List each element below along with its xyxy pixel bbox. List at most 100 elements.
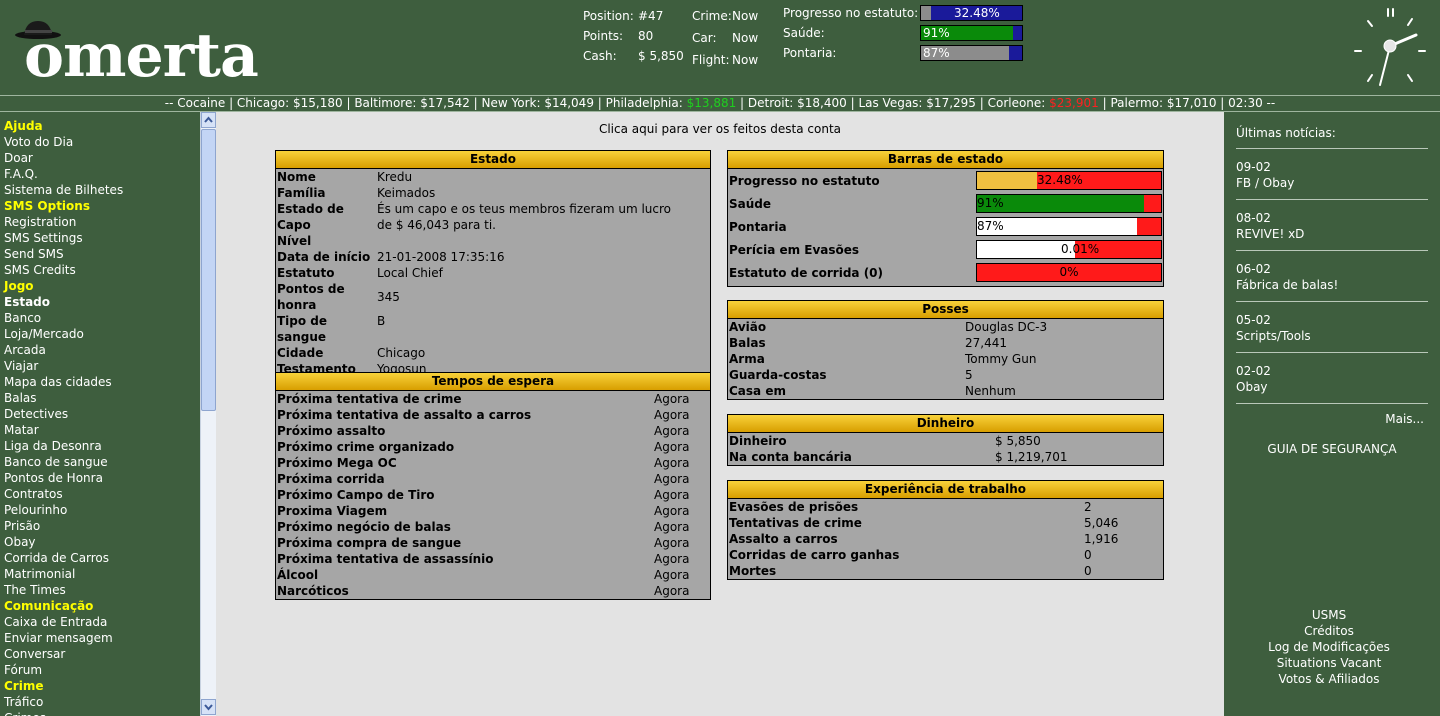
menu-item[interactable]: Voto do Dia bbox=[4, 134, 200, 150]
menu-section-header: Comunicação bbox=[4, 599, 94, 613]
news-more-link[interactable]: Mais... bbox=[1236, 404, 1428, 426]
scroll-up-button[interactable] bbox=[201, 112, 216, 128]
menu-item[interactable]: Loja/Mercado bbox=[4, 326, 200, 342]
posses-row: Avião Douglas DC-3 bbox=[728, 319, 1163, 335]
footer-link[interactable]: Situations Vacant bbox=[1224, 655, 1434, 671]
dinheiro-row: Na conta bancária $ 1,219,701 bbox=[728, 449, 1163, 465]
scroll-thumb[interactable] bbox=[201, 129, 216, 411]
tempos-label: Próxima tentativa de crime bbox=[277, 392, 462, 406]
experiencia-row: Corridas de carro ganhas 0 bbox=[728, 547, 1163, 563]
posses-row: Balas 27,441 bbox=[728, 335, 1163, 351]
tempos-label: Próximo Mega OC bbox=[277, 456, 397, 470]
progress-label: Progresso no estatuto: bbox=[783, 6, 919, 20]
menu-item[interactable]: Corrida de Carros bbox=[4, 550, 200, 566]
news-item[interactable]: 02-02 Obay bbox=[1236, 353, 1428, 403]
estado-value: Chicago bbox=[377, 346, 426, 360]
menu-item[interactable]: Enviar mensagem bbox=[4, 630, 200, 646]
tempos-value: Agora bbox=[654, 456, 690, 470]
estado-row: Data de início 21-01-2008 17:35:16 bbox=[276, 249, 710, 265]
ticker-segment: $17,295 bbox=[926, 96, 976, 110]
menu-item[interactable]: Pelourinho bbox=[4, 502, 200, 518]
estado-value bbox=[377, 233, 710, 249]
tempos-value: Agora bbox=[654, 488, 690, 502]
news-item[interactable]: 09-02 FB / Obay bbox=[1236, 149, 1428, 199]
menu-item[interactable]: Contratos bbox=[4, 486, 200, 502]
menu-item[interactable]: The Times bbox=[4, 582, 200, 598]
menu-item[interactable]: Banco bbox=[4, 310, 200, 326]
tempos-label: Próxima compra de sangue bbox=[277, 536, 462, 550]
experiencia-value: 0 bbox=[1084, 548, 1092, 562]
menu-item[interactable]: Tráfico bbox=[4, 694, 200, 710]
menu-item[interactable]: Prisão bbox=[4, 518, 200, 534]
menu-item[interactable]: Balas bbox=[4, 390, 200, 406]
menu-item[interactable]: Mapa das cidades bbox=[4, 374, 200, 390]
ticker-segment: $14,049 bbox=[544, 96, 594, 110]
menu-item[interactable]: Caixa de Entrada bbox=[4, 614, 200, 630]
posses-label: Guarda-costas bbox=[729, 368, 827, 382]
menu-item[interactable]: F.A.Q. bbox=[4, 166, 200, 182]
menu-item[interactable]: SMS Settings bbox=[4, 230, 200, 246]
account-achievements-link[interactable]: Clica aqui para ver os feitos desta cont… bbox=[216, 122, 1224, 136]
menu-item[interactable]: Doar bbox=[4, 150, 200, 166]
footer-link[interactable]: Log de Modificações bbox=[1224, 639, 1434, 655]
news-item[interactable]: 05-02 Scripts/Tools bbox=[1236, 302, 1428, 352]
posses-row: Casa em Nenhum bbox=[728, 383, 1163, 399]
news-title[interactable]: Fábrica de balas! bbox=[1236, 277, 1428, 293]
tempos-label: Próximo negócio de balas bbox=[277, 520, 451, 534]
estado-label: Data de início bbox=[277, 250, 371, 264]
estado-label: Estado de Capo bbox=[277, 202, 344, 232]
menu-item[interactable]: Estado bbox=[4, 294, 200, 310]
menu-item[interactable]: Pontos de Honra bbox=[4, 470, 200, 486]
health-bar-text: 91% bbox=[923, 26, 950, 40]
omerta-logo[interactable]: omerta bbox=[10, 18, 259, 88]
menu-item[interactable]: Arcada bbox=[4, 342, 200, 358]
news-title[interactable]: Scripts/Tools bbox=[1236, 328, 1428, 344]
dinheiro-label: Na conta bancária bbox=[729, 450, 852, 464]
menu-item[interactable]: Matrimonial bbox=[4, 566, 200, 582]
crime-value: Now bbox=[732, 9, 759, 23]
scroll-down-button[interactable] bbox=[201, 699, 216, 715]
tempos-row: Narcóticos Agora bbox=[276, 583, 710, 599]
news-title[interactable]: REVIVE! xD bbox=[1236, 226, 1428, 242]
sidebar-menu: Ajuda Voto do Dia Doar F.A.Q. Sistema de Bil… bbox=[0, 112, 200, 716]
tempos-row: Próximo Mega OC Agora bbox=[276, 455, 710, 471]
estado-title: Estado bbox=[276, 151, 710, 169]
estado-value: Local Chief bbox=[377, 266, 443, 280]
menu-item[interactable]: Banco de sangue bbox=[4, 454, 200, 470]
footer-link[interactable]: Créditos bbox=[1224, 623, 1434, 639]
menu-item[interactable]: Viajar bbox=[4, 358, 200, 374]
posses-row: Arma Tommy Gun bbox=[728, 351, 1163, 367]
menu-item[interactable]: Obay bbox=[4, 534, 200, 550]
menu-item[interactable]: Sistema de Bilhetes bbox=[4, 182, 200, 198]
news-item[interactable]: 08-02 REVIVE! xD bbox=[1236, 200, 1428, 250]
news-title[interactable]: FB / Obay bbox=[1236, 175, 1428, 191]
menu-item[interactable]: Detectives bbox=[4, 406, 200, 422]
points-label: Points: bbox=[583, 29, 624, 43]
news-item[interactable]: 06-02 Fábrica de balas! bbox=[1236, 251, 1428, 301]
barras-label: Pontaria bbox=[729, 219, 787, 234]
security-guide-link[interactable]: GUIA DE SEGURANÇA bbox=[1236, 426, 1428, 456]
menu-section-header: Jogo bbox=[4, 279, 34, 293]
experiencia-row: Mortes 0 bbox=[728, 563, 1163, 579]
menu-item[interactable]: Liga da Desonra bbox=[4, 438, 200, 454]
menu-item[interactable]: SMS Credits bbox=[4, 262, 200, 278]
menu-item[interactable]: Conversar bbox=[4, 646, 200, 662]
menu-item[interactable]: Matar bbox=[4, 422, 200, 438]
menu-item[interactable]: Send SMS bbox=[4, 246, 200, 262]
footer-link[interactable]: USMS bbox=[1224, 607, 1434, 623]
tempos-row: Próxima tentativa de crime Agora bbox=[276, 391, 710, 407]
menu-item[interactable]: Crimes bbox=[4, 710, 200, 716]
tempos-row: Proxima Viagem Agora bbox=[276, 503, 710, 519]
estado-row: Estado de Capo És um capo e os teus membr… bbox=[276, 201, 710, 233]
ticker-segment: | Palermo: bbox=[1098, 96, 1167, 110]
tempos-value: Agora bbox=[654, 392, 690, 406]
menu-item[interactable]: Fórum bbox=[4, 662, 200, 678]
news-title[interactable]: Obay bbox=[1236, 379, 1428, 395]
ticker-segment: $17,542 bbox=[420, 96, 470, 110]
sidebar-scrollbar[interactable] bbox=[200, 112, 216, 716]
footer-link[interactable]: Votos & Afiliados bbox=[1224, 671, 1434, 687]
tempos-row: Próximo crime organizado Agora bbox=[276, 439, 710, 455]
news-date: 02-02 bbox=[1236, 364, 1271, 378]
estado-value: Keimados bbox=[377, 186, 436, 200]
menu-item[interactable]: Registration bbox=[4, 214, 200, 230]
